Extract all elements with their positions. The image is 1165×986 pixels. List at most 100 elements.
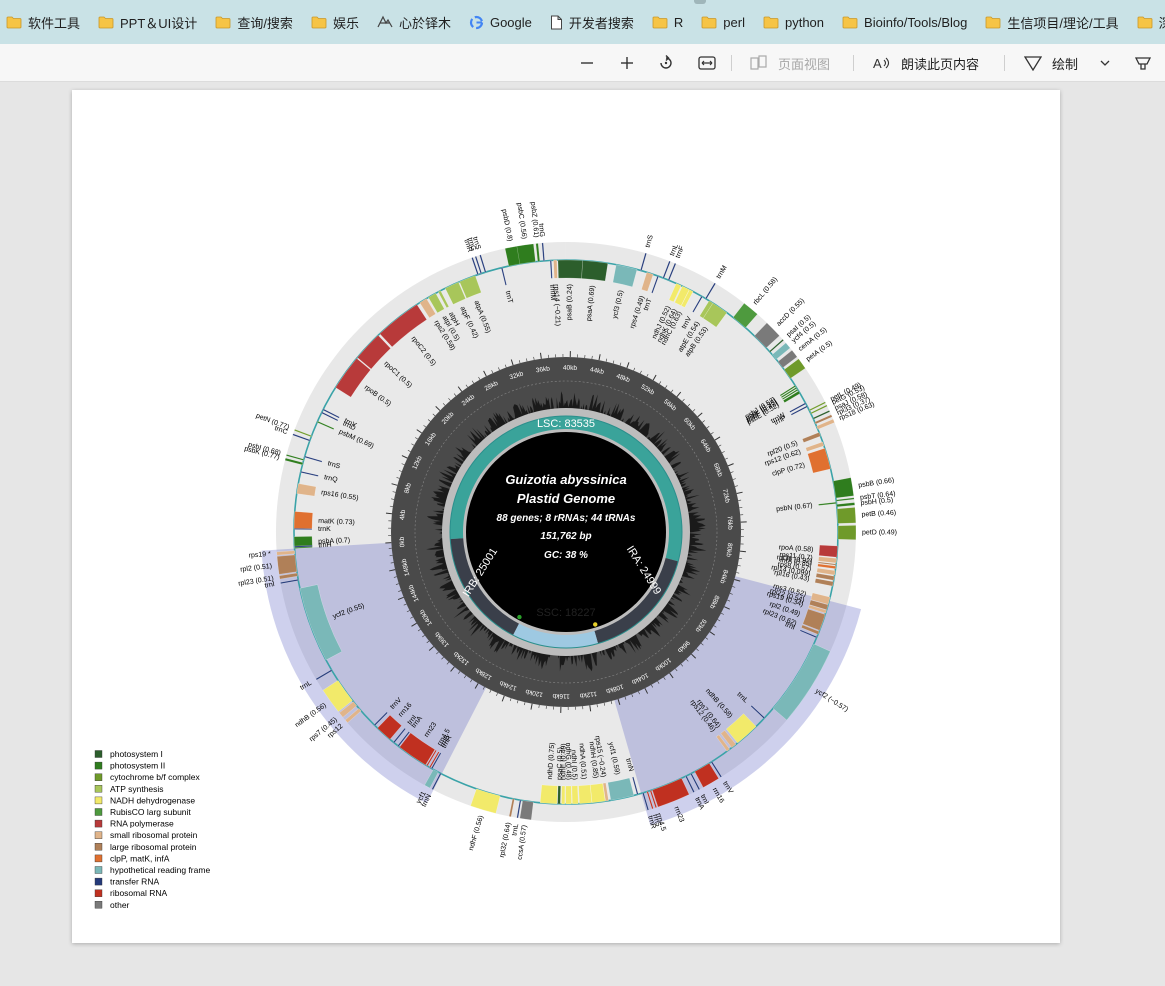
bookmark-item[interactable]: 开发者搜索 (544, 8, 642, 36)
kb-tick (739, 550, 746, 553)
plus-icon (621, 57, 633, 69)
bookmark-item[interactable]: perl (695, 8, 753, 36)
bookmark-label: Bioinfo/Tools/Blog (864, 14, 968, 30)
bookmark-label: 娱乐 (332, 15, 359, 31)
legend-swatch (94, 773, 103, 781)
kb-label: 40kb (563, 365, 578, 372)
bookmark-item[interactable]: Bioinfo/Tools/Blog (836, 8, 975, 36)
bookmark-label: perl (723, 14, 745, 30)
zoom-out-button[interactable] (577, 44, 597, 82)
toolbar-separator (853, 55, 854, 71)
pdf-toolbar: 页面视图 A 朗读此页内容 绘制 (0, 44, 1165, 82)
map-gene-counts: 88 genes; 8 rRNAs; 44 tRNAs (497, 513, 636, 524)
page-view-label: 页面视图 (778, 56, 831, 72)
gene-block (557, 259, 583, 279)
kb-tick (385, 512, 393, 515)
legend-swatch (94, 808, 103, 816)
gene-label: trnS (645, 234, 655, 249)
highlight-button[interactable] (1133, 44, 1153, 82)
bookmark-label: 软件工具 (28, 15, 81, 31)
gene-label: ndhF (0.56) (468, 815, 485, 852)
gene-block (539, 784, 558, 804)
rotate-button[interactable] (656, 44, 676, 82)
region-label-lsc: LSC: 83535 (537, 418, 595, 430)
bookmark-item[interactable]: python (757, 8, 832, 36)
gene-block (561, 785, 566, 805)
kb-label: 116kb (552, 692, 570, 700)
region-label-ssc: SSC: 18227 (536, 607, 595, 619)
gene-label: psaC (0.5) (556, 747, 564, 780)
gene-label: psaB (0.24) (566, 284, 574, 320)
bookmark-item[interactable]: 娱乐 (305, 8, 367, 36)
pdf-viewer-area[interactable]: 0kb 4kb 8kb 12kb 16kb 20kb 24kb 28kb 32kb 36kb 40k… (0, 83, 1165, 986)
folder-icon (311, 15, 327, 29)
bookmark-item[interactable]: 心於铎木 (371, 8, 459, 36)
legend-label: photosystem I (110, 749, 163, 759)
read-aloud-button[interactable]: A 朗读此页内容 (873, 44, 979, 82)
map-title-species: Guizotia abyssinica (505, 472, 626, 487)
legend-label: other (110, 900, 130, 910)
legend-swatch (94, 785, 103, 793)
bookmark-item[interactable]: 查询/搜索 (209, 8, 301, 36)
legend-label: ATP synthesis (110, 784, 164, 794)
legend-swatch (94, 854, 103, 863)
legend-label: cytochrome b/f complex (110, 772, 201, 782)
google-icon (469, 15, 484, 30)
gene-block (837, 525, 857, 540)
page-view-icon (750, 55, 767, 70)
gene-block (581, 260, 608, 282)
legend-label: large ribosomal protein (110, 842, 197, 852)
legend-swatch (94, 843, 103, 851)
kb-label: 76kb (726, 516, 734, 531)
bookmark-item[interactable]: 生信项目/理论/工具 (979, 8, 1126, 36)
bookmark-label: 心於铎木 (398, 15, 451, 31)
bookmark-label: PPT＆UI设计 (120, 15, 198, 31)
legend-label: transfer RNA (110, 877, 159, 887)
bookmark-item[interactable]: 深度学习 (1131, 8, 1165, 36)
toolbar-separator (731, 55, 732, 71)
minus-icon (581, 62, 593, 64)
gene-block (571, 785, 579, 805)
gene-block (516, 243, 536, 265)
gene-label: trnL (511, 823, 520, 836)
bookmark-label: R (673, 14, 684, 30)
kb-label: 4kb (399, 509, 407, 521)
bookmark-item[interactable]: 软件工具 (0, 8, 88, 36)
gene-block (818, 544, 838, 558)
draw-icon (1024, 56, 1042, 71)
folder-icon (842, 15, 858, 29)
legend-swatch (94, 877, 103, 886)
folder-icon (215, 15, 231, 29)
legend-swatch (94, 750, 103, 758)
zoom-in-button[interactable] (617, 44, 637, 82)
svg-text:A: A (873, 56, 882, 71)
draw-button[interactable]: 绘制 (1024, 44, 1078, 82)
draw-options-dropdown[interactable] (1097, 44, 1113, 82)
fit-width-button[interactable] (696, 44, 718, 82)
kb-label: 0kb (399, 536, 407, 547)
map-title-genome: Plastid Genome (517, 491, 615, 506)
gene-label: petD (0.49) (862, 529, 897, 536)
bookmark-item[interactable]: R (646, 8, 691, 36)
ir-boundary-marker (593, 622, 598, 627)
legend-swatch (94, 819, 103, 828)
gene-label: rpl32 (0.64) (499, 822, 513, 858)
gene-label: psbC (0.56) (515, 202, 527, 239)
tab-strip-edge (694, 0, 706, 4)
bookmark-label: Google (489, 14, 532, 30)
bookmark-item[interactable]: PPT＆UI设计 (92, 8, 205, 36)
gene-block (836, 507, 856, 524)
bookmark-label: 开发者搜索 (568, 15, 634, 31)
bookmark-item[interactable]: Google (463, 8, 540, 36)
page-view-button[interactable]: 页面视图 (750, 44, 830, 82)
page-icon (550, 15, 563, 30)
genome-map: 0kb4kb8kb12kb16kb20kb24kb28kb32kb36kb 40k… (94, 202, 897, 910)
legend-swatch (94, 901, 103, 909)
bookmark-label: 生信项目/理论/工具 (1007, 15, 1119, 31)
site-logo-icon (377, 15, 393, 29)
bookmarks-bar: 软件工具 PPT＆UI设计 查询/搜索 娱乐 心於铎木 Google 开发者搜索 Rperl p… (0, 0, 1165, 44)
rotate-icon (660, 55, 672, 69)
legend-swatch (94, 831, 103, 839)
chevron-down-icon (1100, 60, 1110, 66)
gene-block (565, 785, 572, 805)
